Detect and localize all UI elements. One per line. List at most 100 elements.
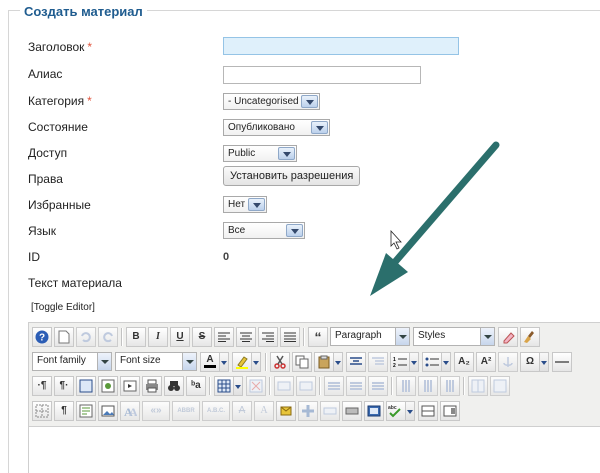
redo-icon[interactable] <box>98 326 118 347</box>
insert-col-after-icon[interactable] <box>418 375 438 396</box>
editor-toolbar: ? B I U S “ Paragraph Styles Font family… <box>29 323 600 427</box>
set-permissions-button[interactable]: Установить разрешения <box>223 166 361 186</box>
chevron-down-icon[interactable] <box>234 375 243 396</box>
chevron-down-icon[interactable] <box>334 351 343 372</box>
delete-text-button[interactable]: A <box>232 400 252 421</box>
bullet-list-split-button[interactable] <box>422 351 451 372</box>
align-left-icon[interactable] <box>214 326 234 347</box>
fullscreen-icon[interactable] <box>76 375 96 396</box>
paste-split-button[interactable] <box>314 351 343 372</box>
font-family-select[interactable]: Font family <box>32 352 112 371</box>
strikethrough-button[interactable]: S <box>192 326 212 347</box>
cite-button[interactable]: «» <box>142 400 170 421</box>
insert-text-button[interactable]: A <box>254 400 274 421</box>
anchor-icon[interactable] <box>498 351 518 372</box>
special-char-button[interactable]: Ω <box>520 351 540 372</box>
search-icon[interactable] <box>164 375 184 396</box>
replace-button[interactable]: ᵇa <box>186 375 206 396</box>
preview-icon[interactable] <box>98 375 118 396</box>
table-icon[interactable] <box>214 375 234 396</box>
copy-icon[interactable] <box>292 351 312 372</box>
row-props-icon[interactable] <box>274 375 294 396</box>
bold-button[interactable]: B <box>126 326 146 347</box>
styles-select[interactable]: Styles <box>413 327 495 346</box>
cell-props-icon[interactable] <box>296 375 316 396</box>
chevron-down-icon[interactable] <box>540 351 549 372</box>
special-char-split-button[interactable]: Ω <box>520 351 549 372</box>
new-document-icon[interactable] <box>54 326 74 347</box>
merge-cells-icon[interactable] <box>490 375 510 396</box>
spellcheck-icon[interactable]: abc <box>386 400 406 421</box>
cut-icon[interactable] <box>270 351 290 372</box>
chevron-down-icon <box>480 328 494 345</box>
subscript-button[interactable]: A₂ <box>454 351 474 372</box>
acronym-button[interactable]: A.B.C. <box>202 400 230 421</box>
blockquote-button[interactable]: “ <box>308 326 328 347</box>
horizontal-rule-icon[interactable] <box>552 351 572 372</box>
chevron-down-icon[interactable] <box>410 351 419 372</box>
non-breaking-icon[interactable] <box>342 400 362 421</box>
insert-row-after-icon[interactable] <box>346 375 366 396</box>
pagebreak-icon[interactable] <box>440 400 460 421</box>
rtl-button[interactable]: ¶· <box>54 375 74 396</box>
chevron-down-icon[interactable] <box>220 351 229 372</box>
help-icon[interactable]: ? <box>32 326 52 347</box>
bullet-list-icon[interactable] <box>422 351 442 372</box>
chevron-down-icon[interactable] <box>252 351 261 372</box>
undo-icon[interactable] <box>76 326 96 347</box>
delete-table-icon[interactable] <box>246 375 266 396</box>
chevron-down-icon[interactable] <box>442 351 451 372</box>
cleanup-icon[interactable] <box>520 326 540 347</box>
split-cells-icon[interactable] <box>468 375 488 396</box>
featured-select[interactable]: Нет <box>223 196 267 213</box>
move-forward-icon[interactable] <box>320 400 340 421</box>
table-split-button[interactable] <box>214 375 243 396</box>
page-break-icon[interactable] <box>364 400 384 421</box>
font-size-select[interactable]: Font size <box>115 352 197 371</box>
language-select[interactable]: Все <box>223 222 305 239</box>
outdent-icon[interactable] <box>368 351 388 372</box>
readmore-icon[interactable] <box>418 400 438 421</box>
visual-aid-icon[interactable] <box>32 400 52 421</box>
abbr-button[interactable]: ABBR <box>172 400 200 421</box>
layer-icon[interactable] <box>298 400 318 421</box>
delete-col-icon[interactable] <box>440 375 460 396</box>
text-color-split-button[interactable]: A <box>200 351 229 372</box>
highlight-icon[interactable] <box>232 351 252 372</box>
align-right-icon[interactable] <box>258 326 278 347</box>
title-input[interactable] <box>223 37 459 55</box>
text-color-icon[interactable]: A <box>200 351 220 372</box>
superscript-button[interactable]: A² <box>476 351 496 372</box>
paste-icon[interactable] <box>314 351 334 372</box>
align-justify-icon[interactable] <box>280 326 300 347</box>
numbered-list-icon[interactable]: 12 <box>390 351 410 372</box>
chevron-down-icon[interactable] <box>406 400 415 421</box>
template-icon[interactable] <box>76 400 96 421</box>
print-icon[interactable] <box>142 375 162 396</box>
alias-input[interactable] <box>223 66 421 84</box>
numbered-list-split-button[interactable]: 12 <box>390 351 419 372</box>
editor-content-area[interactable] <box>29 427 600 473</box>
visual-chars-button[interactable]: ¶ <box>54 400 74 421</box>
format-select[interactable]: Paragraph <box>330 327 410 346</box>
delete-row-icon[interactable] <box>368 375 388 396</box>
category-select[interactable]: - Uncategorised <box>223 93 320 110</box>
toggle-editor-link[interactable]: [Toggle Editor] <box>31 302 95 313</box>
underline-button[interactable]: U <box>170 326 190 347</box>
ltr-button[interactable]: ·¶ <box>32 375 52 396</box>
media-icon[interactable] <box>120 375 140 396</box>
spellcheck-split-button[interactable]: abc <box>386 400 415 421</box>
style-props-icon[interactable]: AA <box>120 400 140 421</box>
align-center-icon[interactable] <box>236 326 256 347</box>
attribs-icon[interactable] <box>276 400 296 421</box>
insert-col-before-icon[interactable] <box>396 375 416 396</box>
highlight-split-button[interactable] <box>232 351 261 372</box>
category-label: Категория * <box>28 94 92 108</box>
access-select[interactable]: Public <box>223 145 297 162</box>
image-icon[interactable] <box>98 400 118 421</box>
italic-button[interactable]: I <box>148 326 168 347</box>
eraser-icon[interactable] <box>498 326 518 347</box>
state-select[interactable]: Опубликовано <box>223 119 330 136</box>
insert-row-before-icon[interactable] <box>324 375 344 396</box>
indent-center-icon[interactable] <box>346 351 366 372</box>
